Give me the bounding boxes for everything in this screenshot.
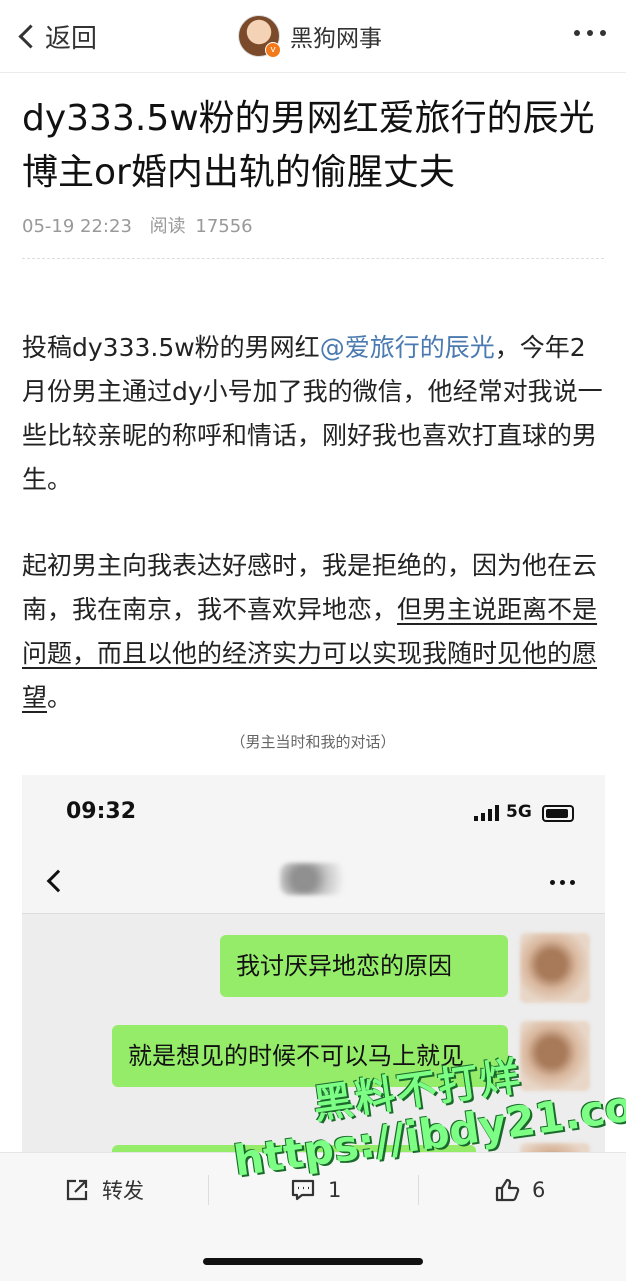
home-indicator [203,1258,423,1265]
chevron-left-icon [18,23,43,49]
top-nav-bar: 返回 v 黑狗网事 [0,0,626,73]
more-dots-icon[interactable] [574,30,606,36]
paragraph-2-end: 。 [47,683,73,712]
article-meta: 05-19 22:23 阅读 17556 [22,212,265,238]
chat-header [22,849,605,914]
like-button[interactable]: 6 [494,1175,545,1205]
repost-button[interactable]: 转发 [64,1175,144,1205]
meta-divider [22,258,604,259]
more-dots-icon [550,880,575,885]
comment-count: 1 [328,1178,342,1202]
status-time: 09:32 [66,799,137,824]
chevron-left-icon [46,869,70,893]
comment-icon [291,1179,315,1201]
phone-status-bar: 09:32 5G [22,775,605,849]
verified-badge: v [265,42,281,58]
blurred-avatar [520,933,590,1003]
read-count: 17556 [195,216,253,237]
author-info[interactable]: v 黑狗网事 [238,14,382,58]
author-name[interactable]: 黑狗网事 [290,19,382,53]
article-paragraph-2: 起初男主向我表达好感时，我是拒绝的，因为他在云南，我在南京，我不喜欢异地恋，但男… [22,544,608,720]
battery-icon [542,805,574,822]
avatar[interactable]: v [238,15,281,58]
repost-label: 转发 [102,1179,144,1203]
image-caption: （男主当时和我的对话） [230,733,396,751]
paragraph-1-prefix: 投稿dy333.5w粉的男网红 [22,333,320,362]
thumbs-up-icon [495,1178,520,1202]
publish-date: 05-19 22:23 [22,216,132,237]
article-paragraph-1: 投稿dy333.5w粉的男网红@爱旅行的辰光，今年2月份男主通过dy小号加了我的… [22,326,608,502]
comment-button[interactable]: 1 [290,1175,341,1205]
toolbar-separator [208,1175,209,1205]
toolbar-separator [418,1175,419,1205]
read-label: 阅读 [149,216,186,237]
blurred-contact-name [280,863,360,895]
share-icon [66,1179,88,1201]
signal-icon [474,805,499,821]
back-button[interactable]: 返回 [16,18,97,54]
mention-link[interactable]: @爱旅行的辰光 [320,333,495,362]
like-count: 6 [532,1178,546,1202]
network-label: 5G [506,802,532,822]
article-title: dy333.5w粉的男网红爱旅行的辰光博主or婚内出轨的偷腥丈夫 [22,98,595,193]
back-label: 返回 [45,23,98,54]
chat-bubble: 我讨厌异地恋的原因 [220,935,508,997]
blurred-avatar [520,1021,590,1091]
